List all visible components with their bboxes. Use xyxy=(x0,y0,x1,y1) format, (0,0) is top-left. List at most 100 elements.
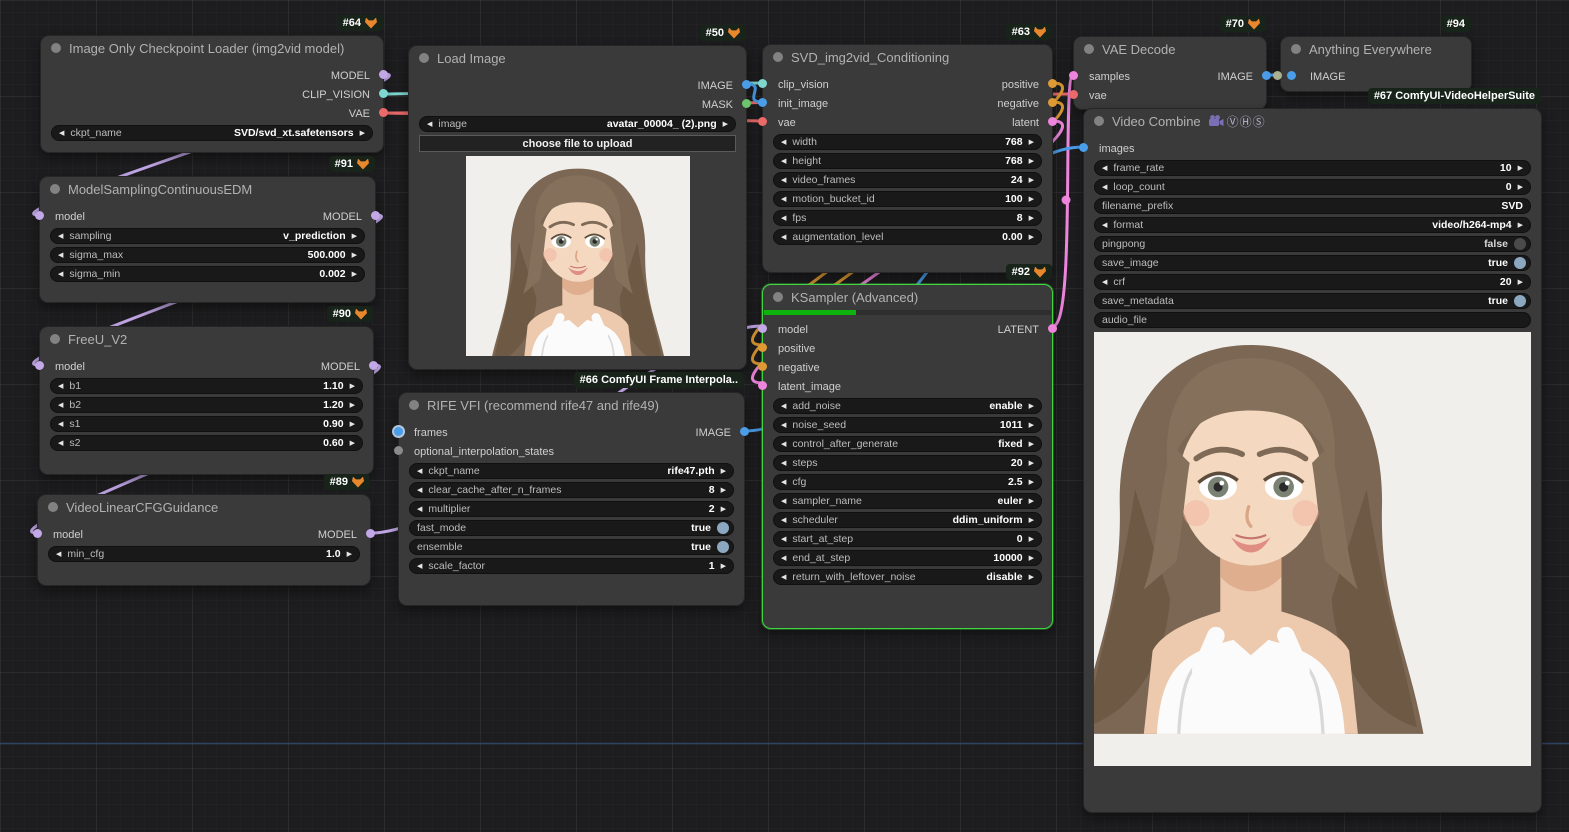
input-dot-positive[interactable] xyxy=(758,343,767,352)
widget-end-at-step[interactable]: ◀ end_at_step 10000 ▶ xyxy=(773,550,1042,566)
output-dot-latent[interactable] xyxy=(1048,324,1057,333)
widget-save-metadata[interactable]: save_metadata true xyxy=(1094,293,1531,309)
output-dot-model[interactable] xyxy=(379,70,388,79)
decrement-arrow[interactable]: ◀ xyxy=(427,121,432,128)
decrement-arrow[interactable]: ◀ xyxy=(781,574,786,581)
input-dot-negative[interactable] xyxy=(758,362,767,371)
increment-arrow[interactable]: ▶ xyxy=(1029,555,1034,562)
toggle-knob[interactable] xyxy=(717,541,729,553)
decrement-arrow[interactable]: ◀ xyxy=(58,402,63,409)
decrement-arrow[interactable]: ◀ xyxy=(781,517,786,524)
input-dot-latent-image[interactable] xyxy=(758,381,767,390)
collapse-dot[interactable] xyxy=(1084,44,1094,54)
widget-image-filename[interactable]: ◀ image avatar_00004_ (2).png ▶ xyxy=(419,116,736,132)
widget-fps[interactable]: ◀ fps 8 ▶ xyxy=(773,210,1042,226)
increment-arrow[interactable]: ▶ xyxy=(1518,184,1523,191)
decrement-arrow[interactable]: ◀ xyxy=(56,551,61,558)
node-image-only-checkpoint-loader[interactable]: #64 Image Only Checkpoint Loader (img2vi… xyxy=(40,15,388,153)
input-dot-model[interactable] xyxy=(35,361,44,370)
increment-arrow[interactable]: ▶ xyxy=(1029,498,1034,505)
increment-arrow[interactable]: ▶ xyxy=(352,233,357,240)
output-clip-vision[interactable]: CLIP_VISION xyxy=(302,85,370,103)
output-dot-image[interactable] xyxy=(1262,71,1271,80)
node-svd-img2vid-conditioning[interactable]: #63 SVD_img2vid_Conditioning clip_vision… xyxy=(758,24,1057,273)
increment-arrow[interactable]: ▶ xyxy=(350,383,355,390)
input-dot-samples[interactable] xyxy=(1069,71,1078,80)
increment-arrow[interactable]: ▶ xyxy=(360,130,365,137)
decrement-arrow[interactable]: ◀ xyxy=(781,555,786,562)
widget-sampler-name[interactable]: ◀ sampler_name euler ▶ xyxy=(773,493,1042,509)
node-video-combine[interactable]: #67 ComfyUI-VideoHelperSuite Video Combi… xyxy=(1079,88,1542,813)
input-dot-model[interactable] xyxy=(758,324,767,333)
widget-return-with-leftover-noise[interactable]: ◀ return_with_leftover_noise disable ▶ xyxy=(773,569,1042,585)
decrement-arrow[interactable]: ◀ xyxy=(417,506,422,513)
node-rife-vfi[interactable]: #66 ComfyUI Frame Interpola.. RIFE VFI (… xyxy=(394,372,749,606)
widget-multiplier[interactable]: ◀ multiplier 2 ▶ xyxy=(409,501,734,517)
decrement-arrow[interactable]: ◀ xyxy=(58,271,63,278)
toggle-knob[interactable] xyxy=(1514,238,1526,250)
decrement-arrow[interactable]: ◀ xyxy=(1102,222,1107,229)
decrement-arrow[interactable]: ◀ xyxy=(781,234,786,241)
decrement-arrow[interactable]: ◀ xyxy=(781,158,786,165)
input-dot-vae[interactable] xyxy=(1069,90,1078,99)
increment-arrow[interactable]: ▶ xyxy=(1029,403,1034,410)
increment-arrow[interactable]: ▶ xyxy=(1029,536,1034,543)
collapse-dot[interactable] xyxy=(419,53,429,63)
widget-b2[interactable]: ◀ b2 1.20 ▶ xyxy=(50,397,363,413)
widget-frame-rate[interactable]: ◀ frame_rate 10 ▶ xyxy=(1094,160,1531,176)
collapse-dot[interactable] xyxy=(51,43,61,53)
widget-audio-file[interactable]: audio_file xyxy=(1094,312,1531,328)
widget-format[interactable]: ◀ format video/h264-mp4 ▶ xyxy=(1094,217,1531,233)
input-dot-optional-interpolation-states[interactable] xyxy=(394,446,403,455)
decrement-arrow[interactable]: ◀ xyxy=(781,479,786,486)
output-dot-clip-vision[interactable] xyxy=(379,89,388,98)
output-dot-positive[interactable] xyxy=(1048,79,1057,88)
node-ksampler-advanced[interactable]: #92 KSampler (Advanced) model LATENT posi… xyxy=(758,264,1057,629)
widget-filename-prefix[interactable]: filename_prefix SVD xyxy=(1094,198,1531,214)
widget-save-image[interactable]: save_image true xyxy=(1094,255,1531,271)
decrement-arrow[interactable]: ◀ xyxy=(1102,279,1107,286)
widget-sigma-max[interactable]: ◀ sigma_max 500.000 ▶ xyxy=(50,247,365,263)
widget-b1[interactable]: ◀ b1 1.10 ▶ xyxy=(50,378,363,394)
decrement-arrow[interactable]: ◀ xyxy=(781,139,786,146)
widget-scale-factor[interactable]: ◀ scale_factor 1 ▶ xyxy=(409,558,734,574)
anywhere-node-dot[interactable] xyxy=(1273,71,1282,80)
toggle-knob[interactable] xyxy=(1514,257,1526,269)
decrement-arrow[interactable]: ◀ xyxy=(58,421,63,428)
increment-arrow[interactable]: ▶ xyxy=(352,252,357,259)
increment-arrow[interactable]: ▶ xyxy=(1518,165,1523,172)
widget-steps[interactable]: ◀ steps 20 ▶ xyxy=(773,455,1042,471)
decrement-arrow[interactable]: ◀ xyxy=(781,498,786,505)
widget-loop-count[interactable]: ◀ loop_count 0 ▶ xyxy=(1094,179,1531,195)
comfyui-node-canvas[interactable]: #64 Image Only Checkpoint Loader (img2vi… xyxy=(0,0,1569,832)
output-model[interactable]: MODEL xyxy=(331,66,370,84)
increment-arrow[interactable]: ▶ xyxy=(350,402,355,409)
output-dot-vae[interactable] xyxy=(379,108,388,117)
decrement-arrow[interactable]: ◀ xyxy=(781,422,786,429)
increment-arrow[interactable]: ▶ xyxy=(1029,460,1034,467)
input-dot-images[interactable] xyxy=(1079,143,1088,152)
output-vae[interactable]: VAE xyxy=(349,104,370,122)
widget-sigma-min[interactable]: ◀ sigma_min 0.002 ▶ xyxy=(50,266,365,282)
decrement-arrow[interactable]: ◀ xyxy=(58,440,63,447)
collapse-dot[interactable] xyxy=(48,502,58,512)
toggle-knob[interactable] xyxy=(1514,295,1526,307)
increment-arrow[interactable]: ▶ xyxy=(1029,574,1034,581)
decrement-arrow[interactable]: ◀ xyxy=(781,460,786,467)
increment-arrow[interactable]: ▶ xyxy=(721,506,726,513)
collapse-dot[interactable] xyxy=(1094,116,1104,126)
widget-motion-bucket-id[interactable]: ◀ motion_bucket_id 100 ▶ xyxy=(773,191,1042,207)
collapse-dot[interactable] xyxy=(50,184,60,194)
decrement-arrow[interactable]: ◀ xyxy=(58,383,63,390)
increment-arrow[interactable]: ▶ xyxy=(1029,479,1034,486)
decrement-arrow[interactable]: ◀ xyxy=(417,563,422,570)
widget-augmentation-level[interactable]: ◀ augmentation_level 0.00 ▶ xyxy=(773,229,1042,245)
decrement-arrow[interactable]: ◀ xyxy=(417,487,422,494)
increment-arrow[interactable]: ▶ xyxy=(350,421,355,428)
node-model-sampling-continuous-edm[interactable]: #91 ModelSamplingContinuousEDM model MODE… xyxy=(35,156,380,303)
collapse-dot[interactable] xyxy=(773,52,783,62)
increment-arrow[interactable]: ▶ xyxy=(350,440,355,447)
widget-height[interactable]: ◀ height 768 ▶ xyxy=(773,153,1042,169)
input-dot-vae[interactable] xyxy=(758,117,767,126)
output-dot-image[interactable] xyxy=(740,427,749,436)
